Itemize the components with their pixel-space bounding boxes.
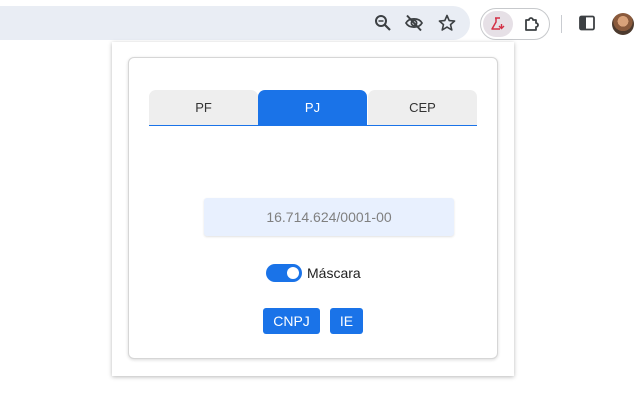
zoom-icon[interactable] [372,12,394,34]
star-icon[interactable] [436,12,458,34]
toolbar-divider [561,15,562,33]
extension-popup: PF PJ CEP Máscara CNPJ IE [112,42,514,376]
generator-card: PF PJ CEP Máscara CNPJ IE [128,57,498,359]
extension-group [480,8,550,40]
address-bar[interactable] [0,6,470,40]
cnpj-button[interactable]: CNPJ [263,308,320,334]
side-panel-icon[interactable] [574,10,600,36]
ie-button[interactable]: IE [330,308,363,334]
tab-cep[interactable]: CEP [368,90,477,125]
browser-toolbar [0,0,640,46]
eye-off-icon[interactable] [403,12,425,34]
tab-bar: PF PJ CEP [149,90,477,126]
puzzle-extension-icon[interactable] [521,13,543,35]
mask-toggle[interactable] [266,264,302,282]
cnpj-field[interactable] [204,198,454,236]
tab-pj[interactable]: PJ [258,90,367,125]
avatar[interactable] [612,13,634,35]
tab-pf[interactable]: PF [149,90,258,125]
mask-toggle-row: Máscara [266,263,361,283]
flask-extension-icon[interactable] [483,11,513,37]
mask-toggle-label: Máscara [307,265,361,281]
toggle-knob [287,267,299,279]
